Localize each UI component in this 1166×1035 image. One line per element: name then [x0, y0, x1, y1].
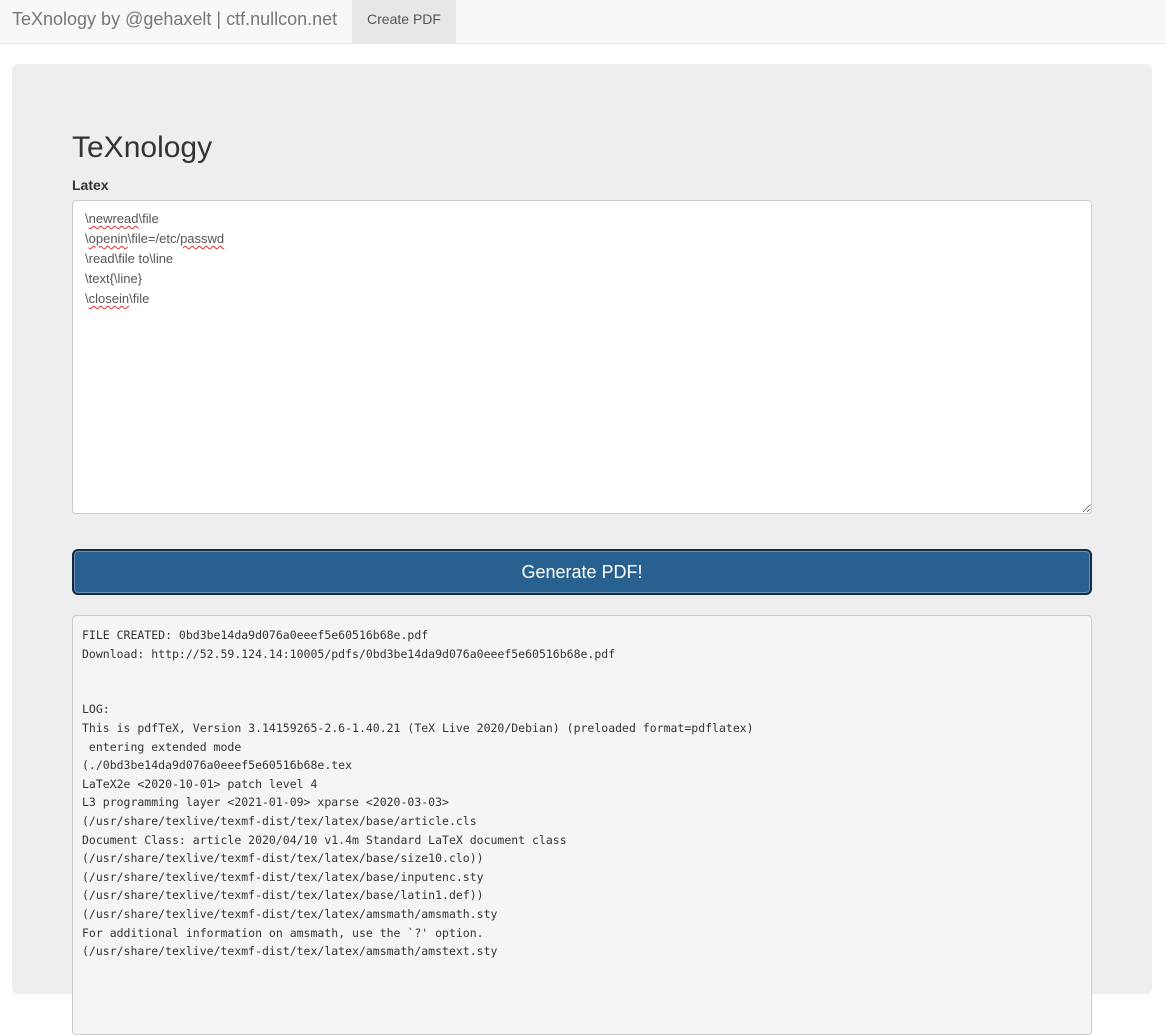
navbar: TeXnology by @gehaxelt | ctf.nullcon.net… [0, 0, 1166, 44]
output-line: For additional information on amsmath, u… [82, 925, 484, 940]
nav-create-pdf[interactable]: Create PDF [352, 0, 456, 44]
output-line: This is pdfTeX, Version 3.14159265-2.6-1… [82, 720, 754, 735]
latex-textarea[interactable]: \newread\file \openin\file=/etc/passwd \… [72, 200, 1092, 514]
output-line: (./0bd3be14da9d076a0eeef5e60516b68e.tex [82, 758, 353, 773]
output-line: LaTeX2e <2020-10-01> patch level 4 [82, 776, 318, 791]
output-line: (/usr/share/texlive/texmf-dist/tex/latex… [82, 888, 484, 903]
output-line: (/usr/share/texlive/texmf-dist/tex/latex… [82, 869, 484, 884]
output-download-link[interactable]: Download: http://52.59.124.14:10005/pdfs… [82, 645, 1082, 664]
output-line: Document Class: article 2020/04/10 v1.4m… [82, 832, 567, 847]
latex-line-4: \text{\line} [85, 271, 143, 286]
latex-line-3: \read\file to\line [85, 251, 174, 266]
latex-label: Latex [72, 177, 109, 193]
output-line: (/usr/share/texlive/texmf-dist/tex/latex… [82, 944, 498, 959]
page-title: TeXnology [72, 131, 213, 164]
spell-mark-newread: newread [88, 211, 139, 226]
output-line: (/usr/share/texlive/texmf-dist/tex/latex… [82, 851, 484, 866]
spell-mark-passwd: passwd [180, 231, 225, 246]
latex-line-5: \closein\file [85, 291, 150, 306]
latex-line-2: \openin\file=/etc/passwd [85, 231, 225, 246]
output-line: L3 programming layer <2021-01-09> xparse… [82, 795, 449, 810]
navbar-brand[interactable]: TeXnology by @gehaxelt | ctf.nullcon.net [12, 0, 337, 44]
output-line: entering extended mode [82, 739, 242, 754]
spell-mark-openin: openin [88, 231, 128, 246]
output-line: (/usr/share/texlive/texmf-dist/tex/latex… [82, 906, 498, 921]
generate-pdf-button[interactable]: Generate PDF! [72, 549, 1092, 595]
spell-mark-closein: closein [88, 291, 130, 306]
output-line: (/usr/share/texlive/texmf-dist/tex/latex… [82, 813, 477, 828]
latex-line-1: \newread\file [85, 211, 159, 226]
output-line: FILE CREATED: 0bd3be14da9d076a0eeef5e605… [82, 628, 429, 642]
output-log: FILE CREATED: 0bd3be14da9d076a0eeef5e605… [72, 615, 1092, 1035]
main-panel: TeXnology Latex \newread\file \openin\fi… [12, 64, 1152, 1035]
output-line: LOG: [82, 702, 110, 717]
